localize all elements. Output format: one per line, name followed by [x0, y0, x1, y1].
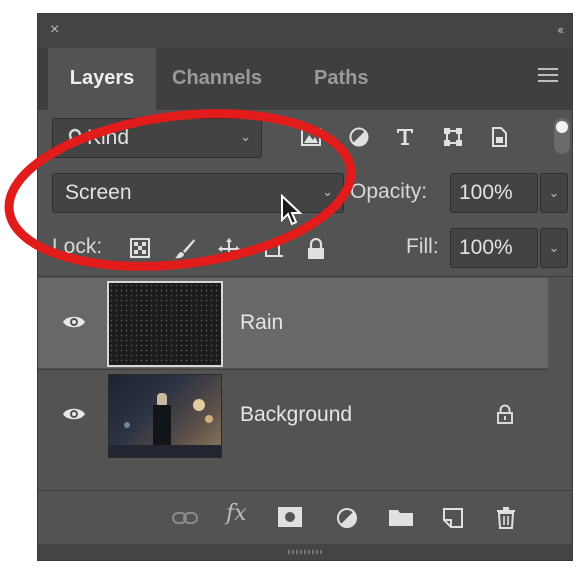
mouse-cursor-icon [281, 194, 303, 226]
highlight-ellipse [4, 109, 356, 271]
